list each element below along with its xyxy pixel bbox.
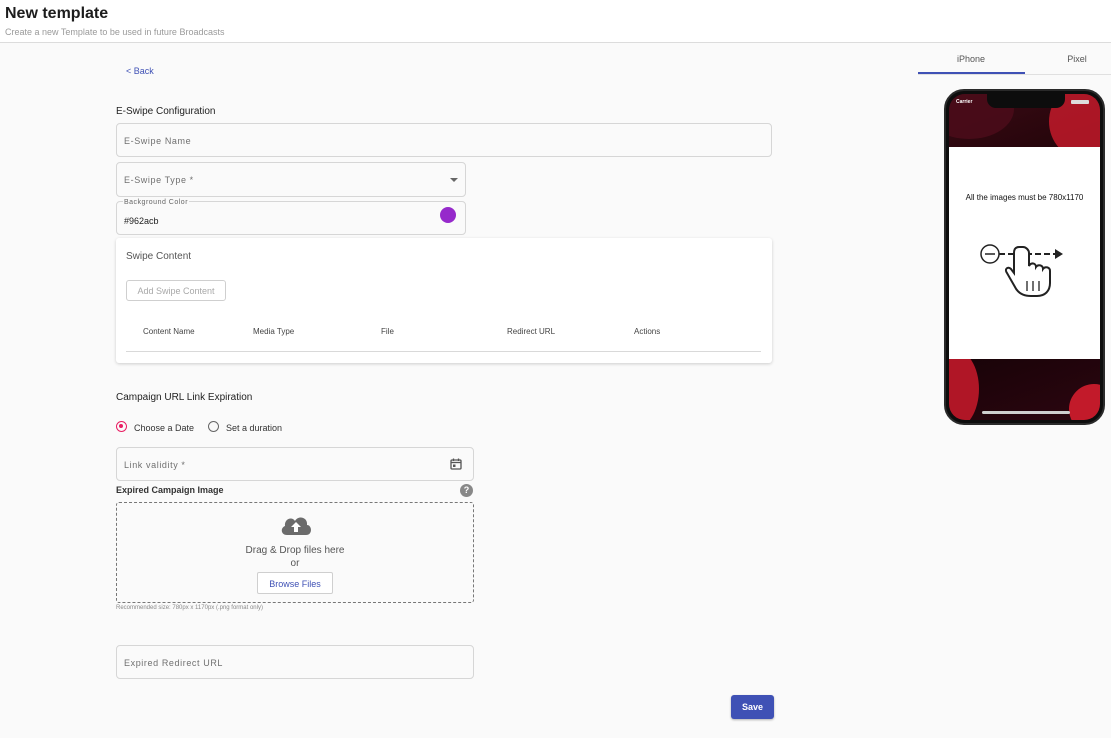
add-swipe-content-button[interactable]: Add Swipe Content (126, 280, 226, 301)
active-tab-indicator (918, 72, 1025, 74)
expired-campaign-image-label: Expired Campaign Image (116, 485, 224, 495)
column-header-file: File (381, 327, 394, 336)
dropzone-text: Drag & Drop files here (245, 545, 345, 556)
save-button[interactable]: Save (731, 695, 774, 719)
eswipe-name-field[interactable]: E-Swipe Name (116, 123, 772, 157)
preview-content: All the images must be 780x1170 (949, 147, 1100, 359)
calendar-icon[interactable] (450, 458, 462, 470)
phone-screen: Carrier All the images must be 780x1170 (949, 94, 1100, 420)
home-indicator (982, 411, 1070, 414)
column-header-actions: Actions (634, 327, 661, 336)
carrier-label: Carrier (956, 99, 973, 105)
browse-files-button[interactable]: Browse Files (257, 572, 333, 594)
color-swatch[interactable] (440, 207, 456, 223)
page-header: New template Create a new Template to be… (0, 0, 1111, 43)
chevron-down-icon (450, 178, 458, 182)
dropzone-or: or (290, 558, 300, 569)
link-validity-field[interactable]: Link validity * (116, 447, 474, 481)
phone-notch (987, 94, 1065, 108)
wallpaper-shape (949, 349, 979, 420)
status-icons (1071, 100, 1089, 104)
background-color-value: #962acb (124, 216, 159, 226)
swipe-gesture-icon (980, 244, 1063, 297)
back-link[interactable]: < Back (126, 66, 154, 76)
wallpaper-shape (1069, 384, 1100, 420)
expired-redirect-url-field[interactable]: Expired Redirect URL (116, 645, 474, 679)
phone-preview: Carrier All the images must be 780x1170 (944, 89, 1105, 425)
campaign-section-title: Campaign URL Link Expiration (116, 392, 253, 403)
column-header-content-name: Content Name (143, 327, 195, 336)
eswipe-section-title: E-Swipe Configuration (116, 106, 216, 117)
image-dropzone[interactable]: Drag & Drop files here or Browse Files (116, 502, 474, 603)
recommended-size-note: Recommended size: 780px x 1170px (.png f… (116, 605, 263, 611)
tab-pixel[interactable]: Pixel (1024, 54, 1111, 64)
link-validity-label: Link validity * (124, 460, 186, 470)
radio-set-duration-label[interactable]: Set a duration (226, 423, 282, 433)
radio-choose-date-label[interactable]: Choose a Date (134, 423, 194, 433)
radio-choose-date[interactable] (116, 421, 127, 432)
help-icon[interactable]: ? (460, 484, 473, 497)
tab-iphone[interactable]: iPhone (918, 54, 1024, 64)
preview-message: All the images must be 780x1170 (965, 193, 1084, 202)
eswipe-type-label: E-Swipe Type * (124, 175, 194, 185)
column-header-media-type: Media Type (253, 327, 295, 336)
page-subtitle: Create a new Template to be used in futu… (5, 27, 225, 37)
expired-redirect-url-label: Expired Redirect URL (124, 658, 224, 668)
page-title: New template (5, 5, 109, 22)
background-color-label: Background Color (123, 199, 190, 206)
eswipe-name-label: E-Swipe Name (124, 136, 192, 146)
swipe-content-card: Swipe Content Add Swipe Content Content … (116, 238, 772, 363)
table-divider (126, 351, 761, 352)
column-header-redirect-url: Redirect URL (507, 327, 556, 336)
eswipe-type-select[interactable]: E-Swipe Type * (116, 162, 466, 197)
swipe-content-title: Swipe Content (126, 251, 192, 262)
preview-tab-bar (918, 74, 1111, 75)
background-color-field[interactable]: Background Color #962acb (116, 199, 466, 235)
cloud-upload-icon (281, 517, 311, 535)
radio-set-duration[interactable] (208, 421, 219, 432)
